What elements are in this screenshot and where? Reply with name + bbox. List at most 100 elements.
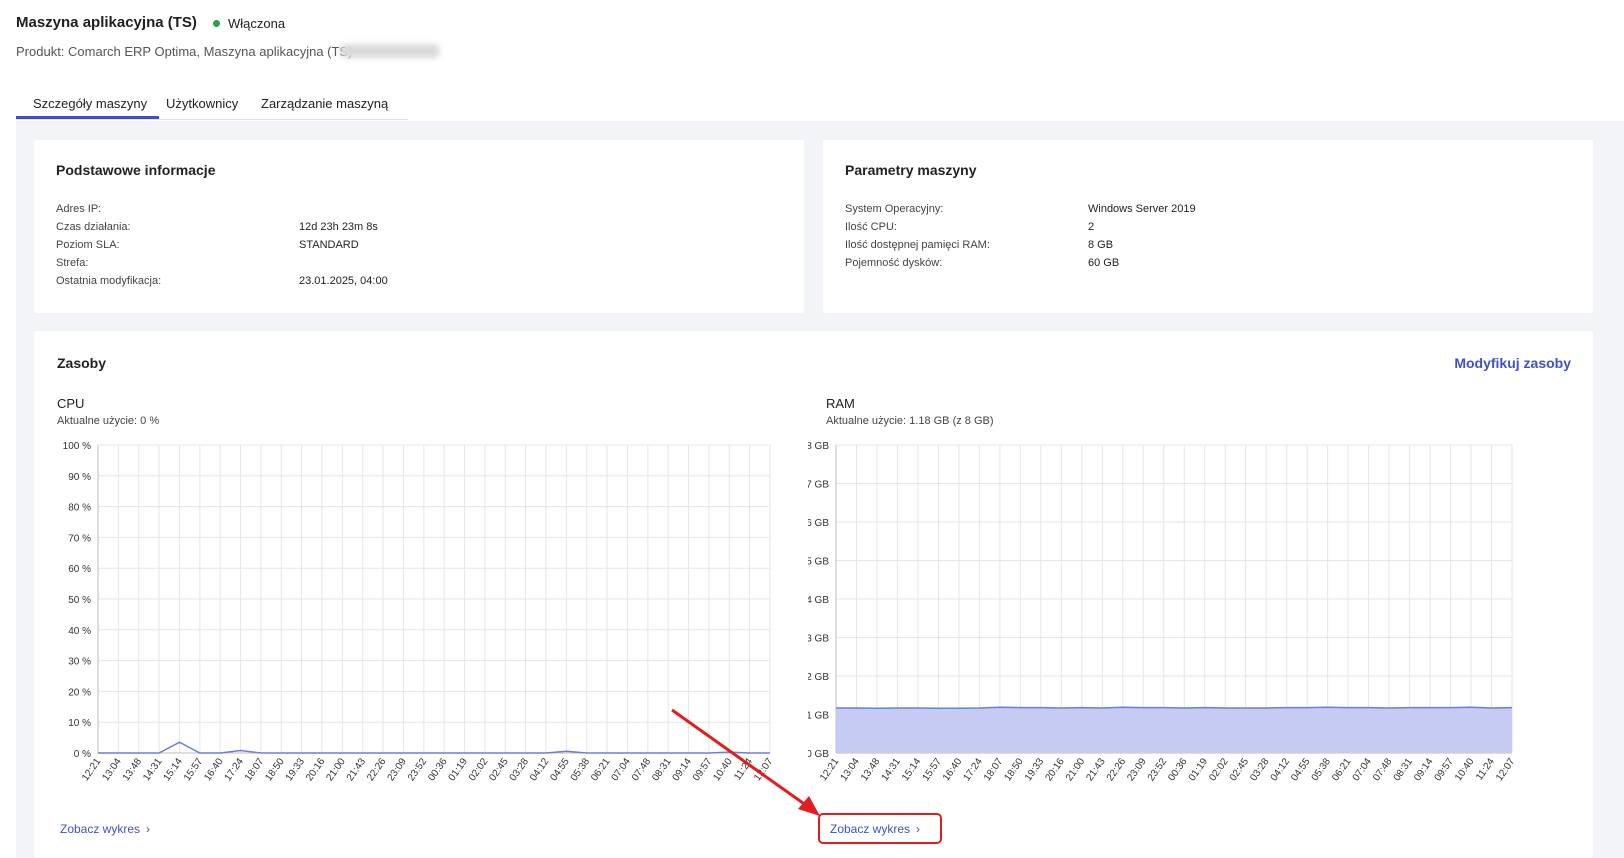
cpu-y-tick-label: 90 % bbox=[68, 472, 91, 483]
cpu-x-tick-label: 18:50 bbox=[263, 756, 287, 783]
cpu-x-tick-label: 00:36 bbox=[426, 756, 450, 783]
ram-x-tick-label: 23:52 bbox=[1146, 756, 1170, 783]
ram-x-tick-label: 14:31 bbox=[880, 756, 904, 783]
basic-info-card: Podstawowe informacje Adres IP: Czas dzi… bbox=[34, 140, 804, 313]
chevron-right-icon: › bbox=[146, 822, 151, 836]
ram-x-tick-label: 09:14 bbox=[1412, 756, 1436, 783]
cpu-x-tick-label: 01:19 bbox=[447, 756, 471, 783]
os-label: System Operacyjny: bbox=[845, 203, 944, 215]
cpu-x-tick-label: 15:14 bbox=[162, 756, 186, 783]
ram-y-tick-label: 4 GB bbox=[808, 595, 829, 606]
os-value: Windows Server 2019 bbox=[1088, 203, 1196, 215]
cpu-x-tick-label: 13:04 bbox=[100, 756, 124, 783]
cpu-x-tick-label: 21:43 bbox=[345, 756, 369, 783]
cpu-x-tick-label: 04:12 bbox=[528, 756, 552, 783]
cpu-y-tick-label: 30 % bbox=[68, 657, 91, 668]
cpu-y-tick-label: 10 % bbox=[68, 718, 91, 729]
ram-x-tick-label: 21:43 bbox=[1084, 756, 1108, 783]
ram-usage-text: Aktualne użycie: 1.18 GB (z 8 GB) bbox=[826, 415, 994, 427]
ip-label: Adres IP: bbox=[56, 203, 102, 215]
cpu-x-tick-label: 20:16 bbox=[304, 756, 328, 783]
ram-y-tick-label: 2 GB bbox=[808, 672, 829, 683]
ram-x-tick-label: 17:24 bbox=[961, 756, 985, 783]
ram-amount-value: 8 GB bbox=[1088, 239, 1114, 251]
arrow-head bbox=[798, 796, 820, 816]
ram-x-tick-label: 13:48 bbox=[859, 756, 883, 783]
machine-params-card: Parametry maszyny System Operacyjny: Win… bbox=[823, 140, 1593, 313]
ram-x-tick-label: 22:26 bbox=[1105, 756, 1129, 783]
ram-y-tick-label: 7 GB bbox=[808, 480, 829, 491]
chevron-right-icon: › bbox=[916, 822, 921, 836]
last-modified-value: 23.01.2025, 04:00 bbox=[299, 275, 388, 287]
cpu-x-tick-label: 05:38 bbox=[569, 756, 593, 783]
ram-x-tick-label: 02:02 bbox=[1207, 756, 1231, 783]
tab-machine-management[interactable]: Zarządzanie maszyną bbox=[261, 96, 388, 111]
ram-see-chart-link[interactable]: Zobacz wykres › bbox=[830, 822, 920, 836]
cpu-x-tick-label: 04:55 bbox=[548, 756, 572, 783]
cpu-see-chart-link[interactable]: Zobacz wykres › bbox=[60, 822, 150, 836]
cpu-x-tick-label: 02:45 bbox=[487, 756, 511, 783]
ram-x-tick-label: 03:28 bbox=[1248, 756, 1272, 783]
ram-x-tick-label: 12:07 bbox=[1494, 756, 1518, 783]
machine-params-title: Parametry maszyny bbox=[845, 162, 977, 178]
ram-x-tick-label: 21:00 bbox=[1064, 756, 1088, 783]
ram-chart: 8 GB7 GB6 GB5 GB4 GB3 GB2 GB1 GB0 GB12:2… bbox=[808, 441, 1518, 783]
ram-series-line bbox=[836, 706, 1513, 710]
ram-x-tick-label: 23:09 bbox=[1125, 756, 1149, 783]
page-title: Maszyna aplikacyjna (TS) bbox=[16, 14, 197, 31]
cpu-y-tick-label: 60 % bbox=[68, 564, 91, 575]
cpu-x-tick-label: 19:33 bbox=[284, 756, 308, 783]
cpu-count-value: 2 bbox=[1088, 221, 1095, 233]
arrow-shaft bbox=[671, 708, 811, 810]
tab-bar-baseline bbox=[16, 119, 408, 120]
cpu-x-tick-label: 13:48 bbox=[121, 756, 145, 783]
cpu-x-tick-label: 16:40 bbox=[202, 756, 226, 783]
ram-x-tick-label: 15:14 bbox=[900, 756, 924, 783]
ram-x-tick-label: 20:16 bbox=[1043, 756, 1067, 783]
sla-label: Poziom SLA: bbox=[56, 239, 120, 251]
cpu-x-tick-label: 07:04 bbox=[610, 756, 634, 783]
ram-x-tick-label: 15:57 bbox=[921, 756, 945, 783]
ram-x-tick-label: 01:19 bbox=[1187, 756, 1211, 783]
ram-x-tick-label: 06:21 bbox=[1330, 756, 1354, 783]
ram-x-tick-label: 11:24 bbox=[1474, 756, 1497, 783]
cpu-see-chart-label: Zobacz wykres bbox=[60, 822, 141, 836]
basic-info-title: Podstawowe informacje bbox=[56, 162, 216, 178]
product-line: Produkt: Comarch ERP Optima, Maszyna apl… bbox=[16, 44, 353, 59]
cpu-x-tick-label: 15:57 bbox=[182, 756, 206, 783]
ram-x-tick-label: 19:33 bbox=[1023, 756, 1047, 783]
ram-x-tick-label: 07:04 bbox=[1351, 756, 1375, 783]
modify-resources-link[interactable]: Modyfikuj zasoby bbox=[1454, 355, 1571, 371]
cpu-y-tick-label: 40 % bbox=[68, 626, 91, 637]
tab-users[interactable]: Użytkownicy bbox=[166, 96, 238, 111]
zone-label: Strefa: bbox=[56, 257, 89, 269]
cpu-x-tick-label: 14:31 bbox=[141, 756, 165, 783]
cpu-x-tick-label: 23:09 bbox=[386, 756, 410, 783]
ram-x-tick-label: 05:38 bbox=[1310, 756, 1334, 783]
redacted-product-id bbox=[340, 44, 440, 58]
tab-machine-details[interactable]: Szczegóły maszyny bbox=[33, 96, 147, 111]
ram-y-tick-label: 8 GB bbox=[808, 441, 829, 452]
cpu-x-tick-label: 06:21 bbox=[589, 756, 613, 783]
ram-x-tick-label: 02:45 bbox=[1228, 756, 1252, 783]
ram-x-tick-label: 07:48 bbox=[1371, 756, 1395, 783]
cpu-count-label: Ilość CPU: bbox=[845, 221, 897, 233]
ram-x-tick-label: 04:55 bbox=[1289, 756, 1313, 783]
ram-x-tick-label: 00:36 bbox=[1166, 756, 1190, 783]
ram-x-tick-label: 04:12 bbox=[1269, 756, 1293, 783]
cpu-chart-title: CPU bbox=[57, 396, 85, 411]
cpu-x-tick-label: 07:48 bbox=[630, 756, 654, 783]
ram-x-tick-label: 10:40 bbox=[1453, 756, 1477, 783]
ram-x-tick-label: 13:04 bbox=[839, 756, 863, 783]
cpu-y-tick-label: 50 % bbox=[68, 595, 91, 606]
ram-y-tick-label: 3 GB bbox=[808, 634, 829, 645]
cpu-y-tick-label: 100 % bbox=[63, 441, 91, 452]
active-tab-indicator bbox=[16, 116, 159, 119]
cpu-usage-text: Aktualne użycie: 0 % bbox=[57, 415, 160, 427]
cpu-x-tick-label: 02:02 bbox=[467, 756, 491, 783]
last-modified-label: Ostatnia modyfikacja: bbox=[56, 275, 162, 287]
status-dot-icon bbox=[213, 20, 220, 27]
cpu-x-tick-label: 21:00 bbox=[324, 756, 348, 783]
cpu-x-tick-label: 03:28 bbox=[508, 756, 532, 783]
cpu-x-tick-label: 23:52 bbox=[406, 756, 430, 783]
